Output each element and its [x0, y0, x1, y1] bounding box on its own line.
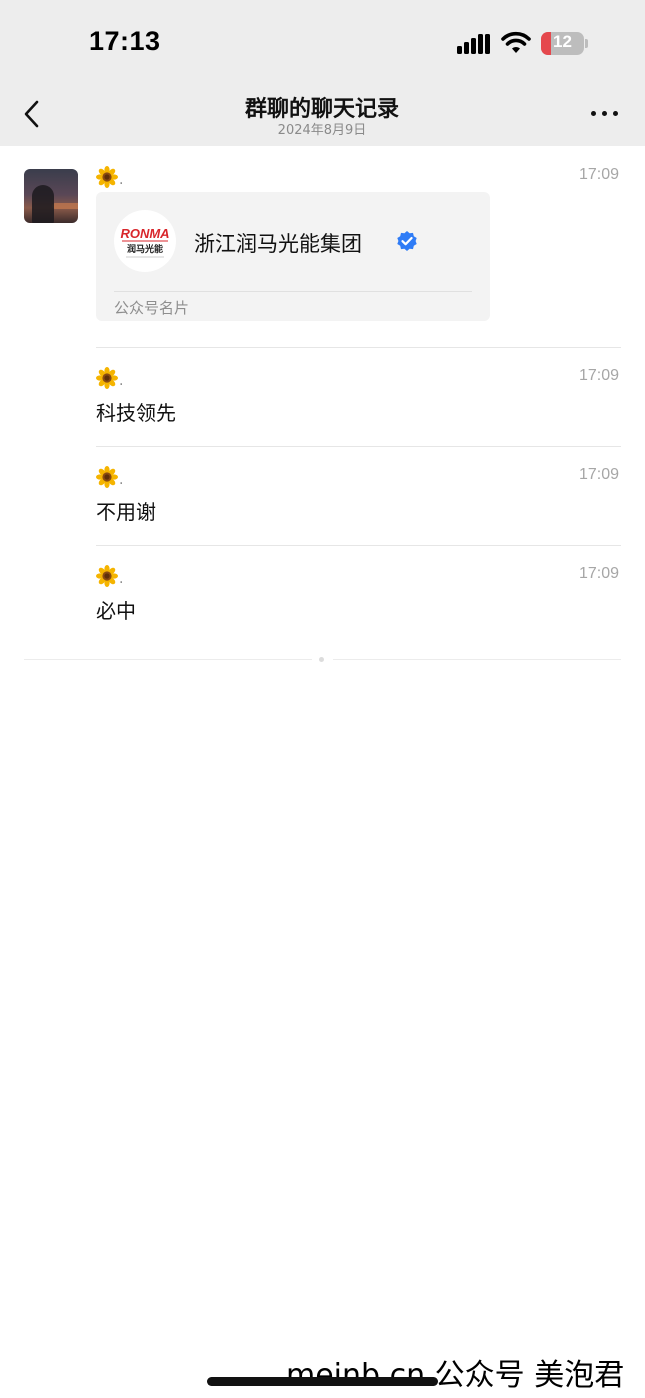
sunflower-icon	[96, 166, 118, 188]
svg-text:RONMA: RONMA	[120, 226, 169, 241]
message-item: . 17:09 科技领先	[96, 367, 621, 427]
status-time: 17:13	[89, 26, 161, 56]
message-text: 科技领先	[96, 401, 176, 425]
message-time: 17:09	[578, 466, 619, 483]
message-text: 必中	[96, 599, 136, 623]
top-bar: 17:13 12 群聊的聊天记录 2024年8月9日	[0, 0, 645, 146]
message-time: 17:09	[578, 166, 619, 183]
card-type-label: 公众号名片	[114, 299, 190, 317]
verified-badge-icon	[397, 231, 417, 251]
sender-name[interactable]: .	[96, 466, 123, 488]
message-card: . 17:09 RONMA 润马光能 浙江润马光能集团 公众号名片	[96, 166, 621, 326]
message-divider	[96, 347, 621, 348]
message-time: 17:09	[578, 565, 619, 582]
sender-name[interactable]: .	[96, 565, 123, 587]
page-subtitle-date: 2024年8月9日	[277, 123, 367, 138]
message-divider	[96, 446, 621, 447]
official-account-card[interactable]: RONMA 润马光能 浙江润马光能集团 公众号名片	[96, 192, 490, 321]
message-item: . 17:09 不用谢	[96, 466, 621, 526]
message-text: 不用谢	[96, 500, 156, 524]
end-divider-left	[24, 659, 312, 660]
sunflower-icon	[96, 466, 118, 488]
cellular-signal-icon	[457, 33, 491, 54]
avatar[interactable]	[24, 169, 78, 223]
card-divider	[114, 291, 472, 292]
battery-level: 12	[553, 32, 572, 51]
message-divider	[96, 545, 621, 546]
message-item: . 17:09 必中	[96, 565, 621, 625]
sunflower-icon	[96, 367, 118, 389]
account-name: 浙江润马光能集团	[194, 232, 362, 256]
chevron-left-icon[interactable]	[18, 96, 46, 132]
end-divider-right	[333, 659, 621, 660]
wifi-icon	[501, 31, 531, 53]
battery-icon: 12	[541, 32, 589, 55]
sender-name[interactable]: .	[96, 367, 123, 389]
sender-name[interactable]: .	[96, 166, 123, 188]
sunflower-icon	[96, 565, 118, 587]
company-logo: RONMA 润马光能	[114, 210, 176, 272]
home-indicator[interactable]	[207, 1377, 438, 1386]
watermark-text: meinb.cn 公众号 美泡君	[286, 1358, 625, 1393]
svg-text:润马光能: 润马光能	[127, 243, 163, 255]
message-time: 17:09	[578, 367, 619, 384]
end-divider-dot	[319, 657, 324, 662]
more-dots-icon[interactable]	[588, 104, 622, 122]
